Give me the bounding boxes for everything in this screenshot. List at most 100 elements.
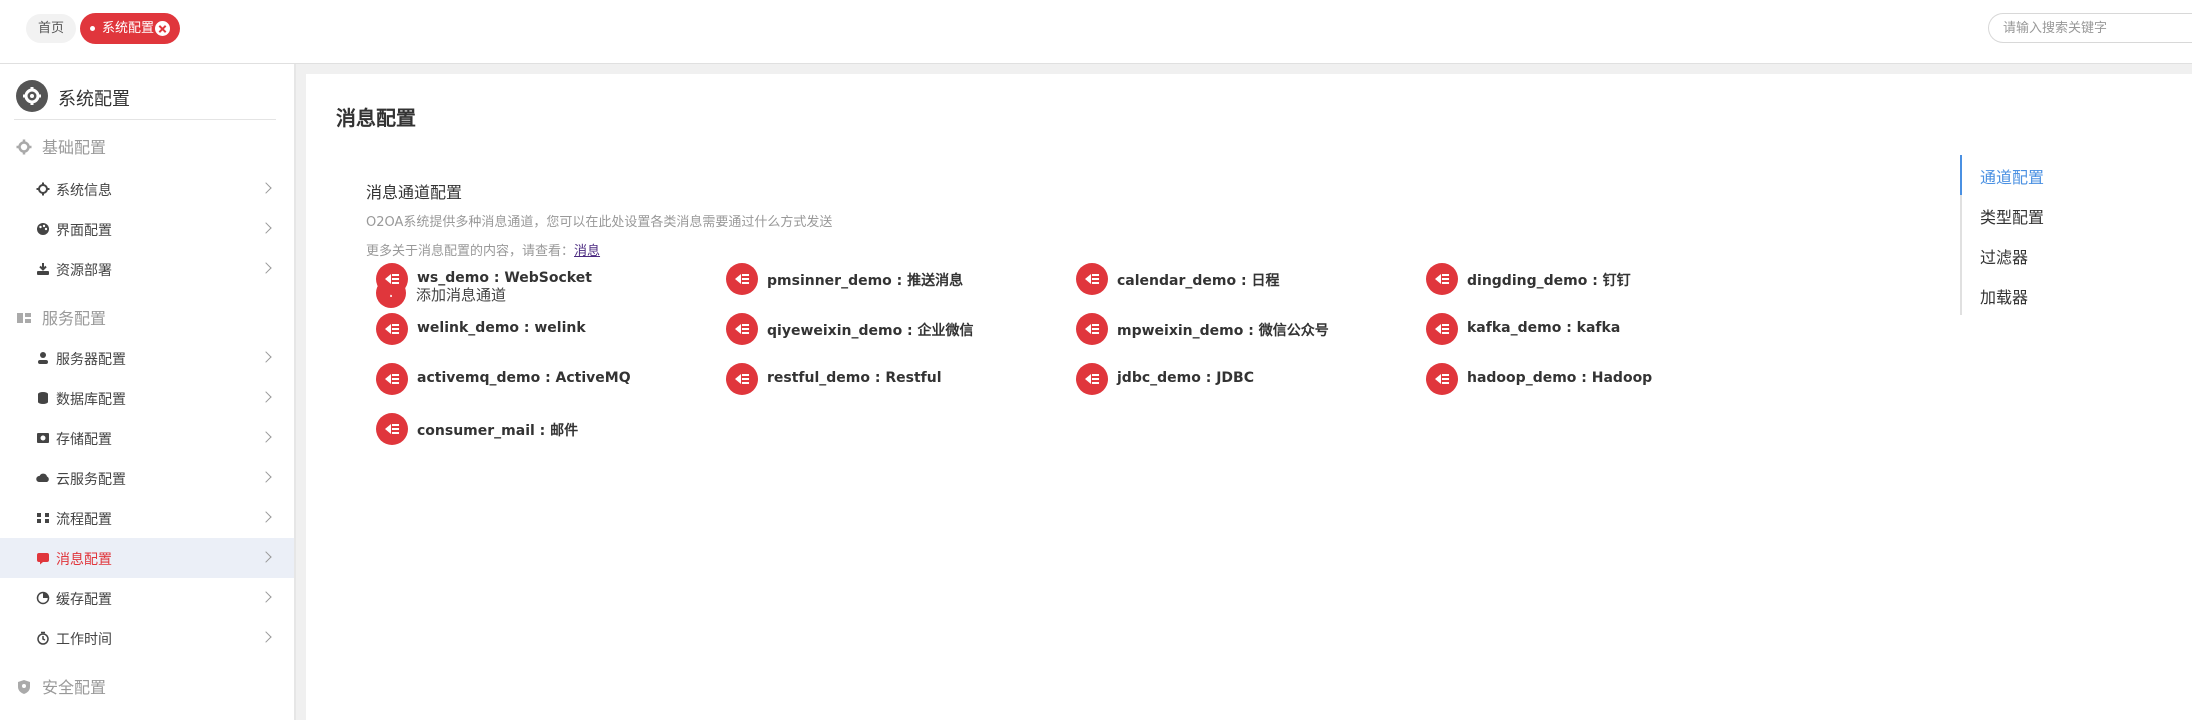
sidebar-item-label: 资源部署	[56, 263, 112, 279]
clock-icon	[37, 631, 49, 645]
sidebar-item-label: 缓存配置	[56, 592, 112, 608]
right-nav: 通道配置 类型配置 过滤器 加载器	[1960, 155, 2080, 315]
section-more-info: 更多关于消息配置的内容，请查看：消息	[366, 240, 600, 259]
chevron-right-icon	[260, 222, 272, 234]
sidebar-item-label: 服务器配置	[56, 352, 126, 368]
sidebar-item-message-config[interactable]: 消息配置	[0, 538, 294, 578]
database-icon	[38, 392, 48, 404]
flow-icon	[37, 513, 49, 523]
close-icon[interactable]	[155, 21, 170, 36]
channel-icon	[376, 363, 408, 395]
chevron-right-icon	[260, 631, 272, 643]
sidebar-item-label: 界面配置	[56, 223, 112, 239]
channel-icon	[376, 313, 408, 345]
channel-icon	[726, 313, 758, 345]
page-title: 消息配置	[336, 106, 416, 130]
section-description: O2OA系统提供多种消息通道，您可以在此处设置各类消息需要通过什么方式发送	[366, 215, 833, 230]
right-nav-active-indicator	[1960, 155, 1962, 195]
cloud-icon	[36, 473, 49, 482]
chevron-right-icon	[260, 511, 272, 523]
server-icon	[38, 352, 48, 364]
channel-icon	[1076, 263, 1108, 295]
chevron-right-icon	[260, 351, 272, 363]
section-title: 消息通道配置	[366, 183, 463, 202]
sidebar: 系统配置 基础配置 系统信息 界面配置 资源部署 服务配置 服务器配置 数据库配…	[0, 64, 296, 720]
tab-system-config[interactable]: 系统配置	[80, 13, 180, 44]
group-security-config[interactable]: 安全配置	[16, 674, 106, 698]
sidebar-item-ui-config[interactable]: 界面配置	[0, 209, 294, 249]
channel-icon	[1076, 313, 1108, 345]
channel-name: calendar_demo : 日程	[1117, 273, 1280, 289]
right-nav-filter[interactable]: 过滤器	[1980, 244, 2028, 268]
channel-icon	[726, 263, 758, 295]
sidebar-item-work-time[interactable]: 工作时间	[0, 618, 294, 658]
group-service-config[interactable]: 服务配置	[16, 305, 106, 329]
channel-icon	[1426, 313, 1458, 345]
main-panel: 消息配置 消息通道配置 O2OA系统提供多种消息通道，您可以在此处设置各类消息需…	[306, 74, 2192, 720]
right-nav-type-config[interactable]: 类型配置	[1980, 204, 2044, 228]
sidebar-item-cache-config[interactable]: 缓存配置	[0, 578, 294, 618]
shield-icon	[18, 680, 30, 694]
sidebar-item-label: 系统信息	[56, 183, 112, 199]
sidebar-header: 系统配置	[14, 78, 276, 120]
sidebar-item-cloud-config[interactable]: 云服务配置	[0, 458, 294, 498]
channel-name: mpweixin_demo : 微信公众号	[1117, 323, 1329, 339]
channel-name: pmsinner_demo : 推送消息	[767, 273, 964, 289]
sidebar-item-label: 工作时间	[56, 632, 112, 648]
sidebar-item-label: 流程配置	[56, 512, 112, 528]
channel-icon	[376, 413, 408, 445]
right-nav-channel-config[interactable]: 通道配置	[1980, 164, 2044, 188]
message-doc-link[interactable]: 消息	[574, 244, 600, 259]
chevron-right-icon	[260, 591, 272, 603]
more-prefix: 更多关于消息配置的内容，请查看：	[366, 244, 575, 259]
sidebar-item-label: 数据库配置	[56, 392, 126, 408]
add-channel-label: 添加消息通道	[416, 286, 507, 304]
active-dot-icon	[90, 26, 95, 31]
settings-gear-icon	[16, 80, 48, 112]
sidebar-item-label: 存储配置	[56, 432, 112, 448]
sidebar-item-flow-config[interactable]: 流程配置	[0, 498, 294, 538]
channel-name: activemq_demo : ActiveMQ	[417, 370, 631, 386]
tab-home[interactable]: 首页	[26, 14, 77, 43]
chevron-right-icon	[260, 391, 272, 403]
channel-name: qiyeweixin_demo : 企业微信	[767, 323, 974, 339]
sidebar-item-server-config[interactable]: 服务器配置	[0, 338, 294, 378]
sidebar-item-system-info[interactable]: 系统信息	[0, 169, 294, 209]
top-bar: 首页 系统配置	[0, 0, 2192, 64]
sidebar-item-resource-deploy[interactable]: 资源部署	[0, 249, 294, 289]
gear-icon	[36, 182, 50, 196]
chevron-right-icon	[260, 262, 272, 274]
group-label: 服务配置	[42, 309, 107, 328]
group-label: 安全配置	[42, 678, 107, 697]
right-nav-loader[interactable]: 加载器	[1980, 284, 2028, 308]
deploy-icon	[37, 263, 49, 275]
channel-name: ws_demo : WebSocket	[417, 270, 592, 286]
channel-name: hadoop_demo : Hadoop	[1467, 370, 1653, 386]
channel-icon	[376, 263, 408, 295]
sidebar-item-label: 云服务配置	[56, 472, 126, 488]
channel-name: kafka_demo : kafka	[1467, 320, 1621, 336]
chevron-right-icon	[260, 182, 272, 194]
service-icon	[17, 313, 31, 323]
tab-system-config-label: 系统配置	[102, 21, 155, 36]
channel-name: jdbc_demo : JDBC	[1117, 370, 1254, 386]
sidebar-item-database-config[interactable]: 数据库配置	[0, 378, 294, 418]
message-icon	[37, 553, 49, 565]
chevron-right-icon	[260, 551, 272, 563]
channel-name: restful_demo : Restful	[767, 370, 942, 386]
channel-name: dingding_demo : 钉钉	[1467, 273, 1631, 289]
channel-name: welink_demo : welink	[417, 320, 586, 336]
channel-icon	[726, 363, 758, 395]
palette-icon	[37, 223, 49, 235]
chevron-right-icon	[260, 471, 272, 483]
sidebar-item-label: 消息配置	[56, 552, 112, 568]
storage-icon	[37, 433, 49, 443]
channel-icon	[1076, 363, 1108, 395]
sidebar-item-storage-config[interactable]: 存储配置	[0, 418, 294, 458]
group-basic-config[interactable]: 基础配置	[16, 134, 106, 158]
cache-icon	[36, 591, 50, 605]
chevron-right-icon	[260, 431, 272, 443]
search-input[interactable]	[1988, 13, 2192, 43]
channel-name: consumer_mail : 邮件	[417, 423, 579, 439]
sidebar-title: 系统配置	[58, 89, 130, 110]
